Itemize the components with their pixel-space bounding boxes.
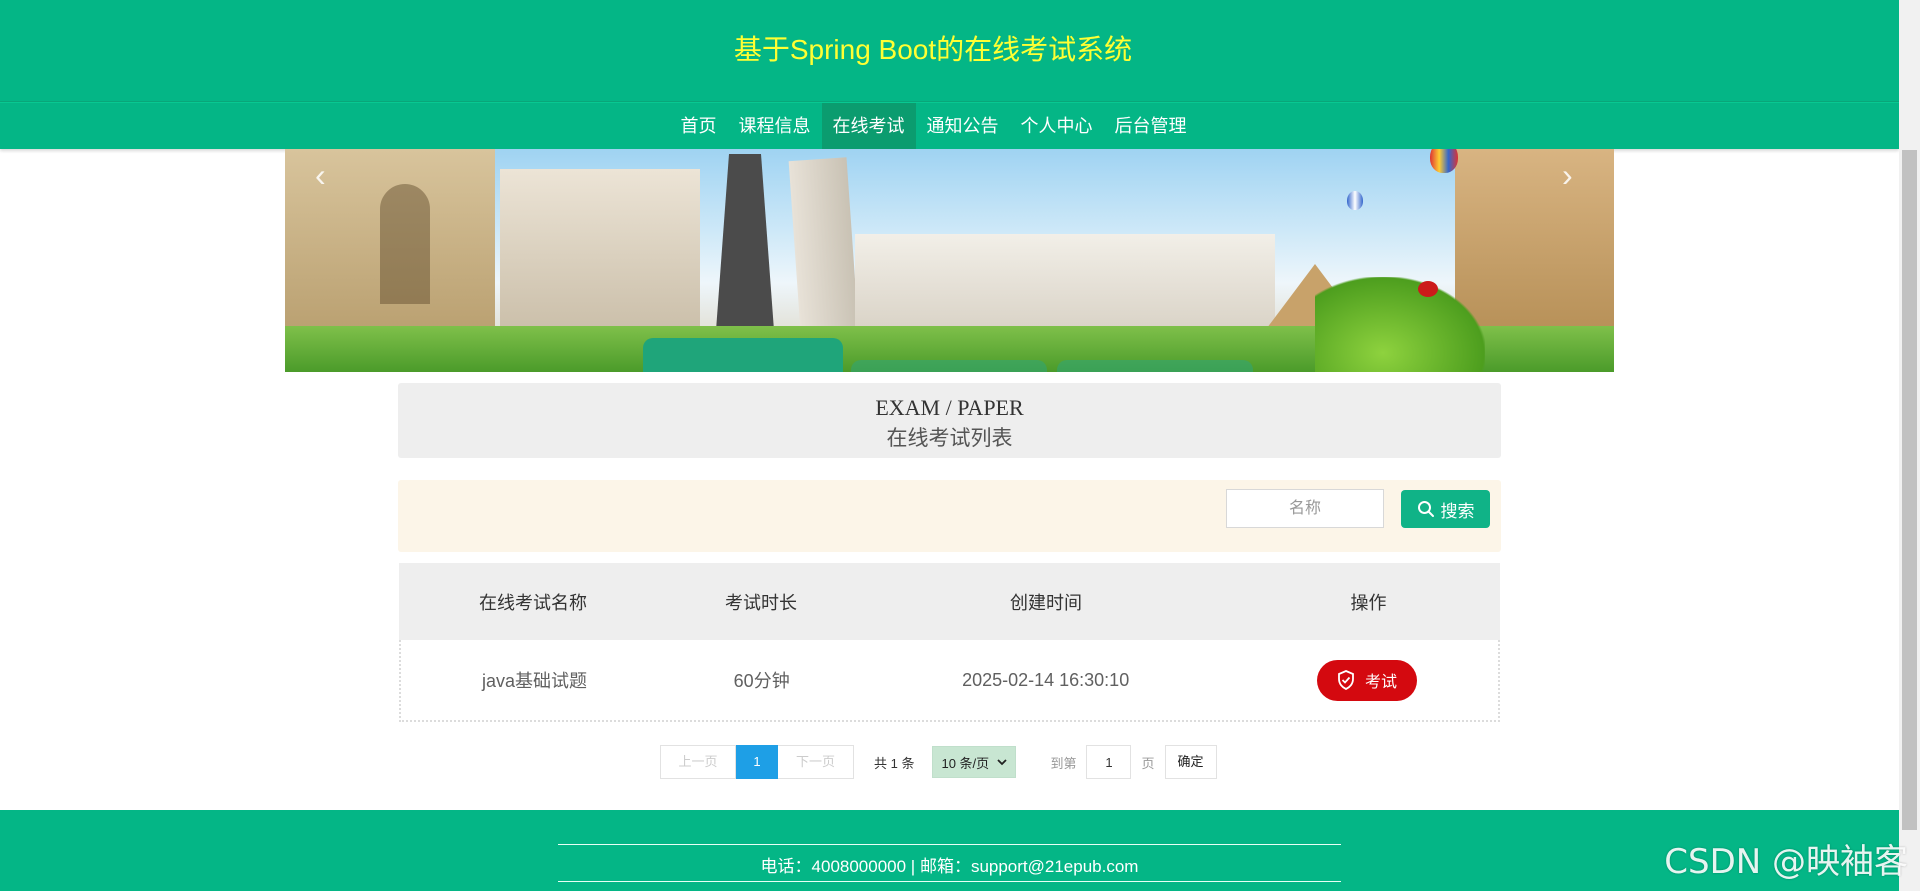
section-title-en: EXAM / PAPER [875,395,1024,420]
site-header: 基于Spring Boot的在线考试系统 [0,0,1899,102]
footer-divider-top [558,844,1341,845]
column-header-created: 创建时间 [1010,592,1082,613]
nav-item-profile[interactable]: 个人中心 [1010,103,1104,149]
exam-created-time: 2025-02-14 16:30:10 [962,669,1130,690]
page: 基于Spring Boot的在线考试系统 首页 课程信息 在线考试 通知公告 个… [0,0,1899,891]
section-header: EXAM / PAPER 在线考试列表 [398,383,1501,458]
banner-leaves [1315,277,1485,372]
pagination: 上一页 1 下一页 共 1 条 10 条/页 到第 页 确定 [660,745,1217,779]
site-footer [0,810,1899,891]
banner-pisa-tower [788,157,860,346]
table-row: java基础试题 60分钟 2025-02-14 16:30:10 考试 [399,640,1500,722]
goto-page-input[interactable] [1086,745,1132,779]
chevron-down-icon [997,759,1008,766]
carousel-indicator-1[interactable] [643,338,843,372]
footer-contact: 电话：4008000000 | 邮箱：support@21epub.com [760,857,1139,876]
carousel-next-icon[interactable]: › [1562,157,1573,194]
nav-item-online-exam[interactable]: 在线考试 [821,103,916,149]
goto-confirm-button[interactable]: 确定 [1164,745,1217,779]
column-header-duration: 考试时长 [725,592,797,613]
site-title: 基于Spring Boot的在线考试系统 [733,34,1133,65]
watermark: CSDN @映袖客 [1664,842,1908,882]
exam-name: java基础试题 [482,671,588,691]
goto-label: 到第 [1050,755,1077,771]
section-title-cn: 在线考试列表 [886,427,1013,450]
carousel-indicator-3[interactable] [1057,360,1253,372]
exam-action-cell: 考试 [1236,640,1498,720]
page-size-select[interactable]: 10 条/页 [932,746,1017,778]
shield-check-icon [1338,670,1354,690]
page-scrollbar[interactable] [1899,0,1920,891]
banner-balloon [1430,149,1458,173]
footer-divider-bottom [558,881,1341,882]
search-input[interactable] [1226,489,1384,528]
exam-duration: 60分钟 [733,671,790,691]
banner-carousel[interactable]: ‹ › [285,149,1614,372]
banner-balloon-small [1347,191,1363,210]
nav-item-notices[interactable]: 通知公告 [916,103,1010,149]
page-number-button[interactable]: 1 [736,745,778,779]
nav-item-home[interactable]: 首页 [670,103,728,149]
nav-item-admin[interactable]: 后台管理 [1104,103,1198,149]
search-button[interactable]: 搜索 [1401,490,1490,528]
search-icon [1417,501,1434,517]
banner-eiffel-tower [715,154,775,344]
page-unit-label: 页 [1141,755,1155,771]
search-bar: 搜索 [398,480,1501,552]
nav-item-courses[interactable]: 课程信息 [728,103,822,149]
exam-table: 在线考试名称 考试时长 创建时间 操作 java基础试题 60分钟 2025-0… [399,563,1500,722]
prev-page-button[interactable]: 上一页 [660,745,736,779]
banner-cathedral-center [500,169,700,344]
banner-ladybug [1418,281,1438,297]
main-nav: 首页 课程信息 在线考试 通知公告 个人中心 后台管理 [0,102,1899,149]
take-exam-button[interactable]: 考试 [1316,659,1417,701]
next-page-button[interactable]: 下一页 [778,745,854,779]
total-count: 共 1 条 [874,755,915,771]
column-header-action: 操作 [1350,592,1387,613]
page-size-value: 10 条/页 [941,755,990,771]
table-header: 在线考试名称 考试时长 创建时间 操作 [399,563,1500,640]
column-header-name: 在线考试名称 [479,592,587,613]
carousel-indicator-2[interactable] [851,360,1047,372]
carousel-prev-icon[interactable]: ‹ [315,157,326,194]
scrollbar-thumb[interactable] [1902,150,1917,830]
banner-window [380,184,430,304]
search-button-label: 搜索 [1440,501,1475,521]
take-exam-label: 考试 [1364,674,1397,691]
